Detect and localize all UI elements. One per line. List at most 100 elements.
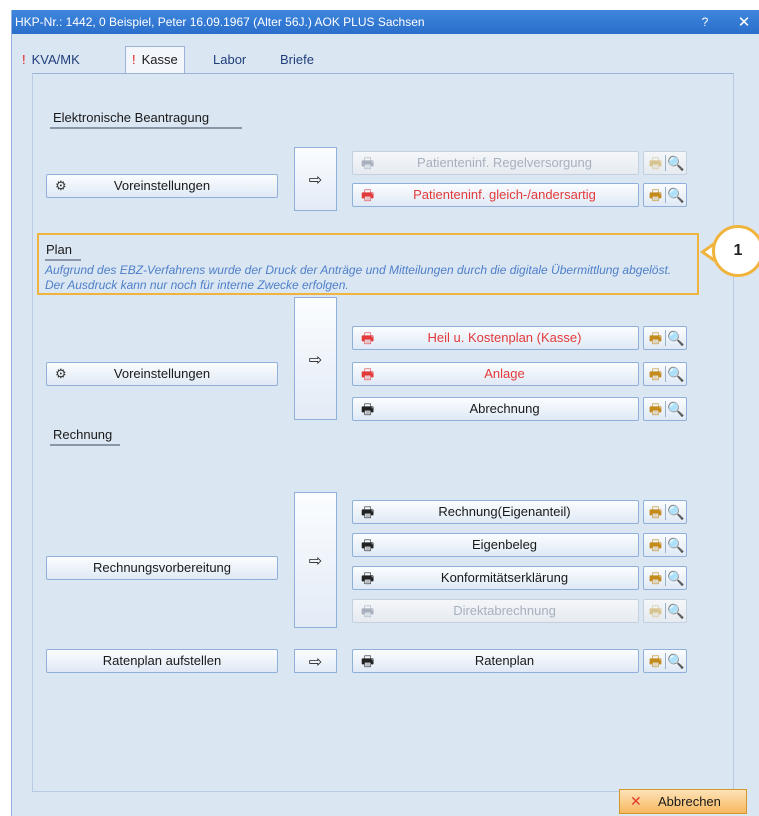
printer-icon[interactable]: 🖶 <box>647 602 664 620</box>
print-button-patienteninf-gleich[interactable]: 🖶 Patienteninf. gleich-/andersartig <box>352 183 639 207</box>
divider <box>665 653 666 669</box>
print-button-rechnung-eigenanteil[interactable]: 🖶 Rechnung(Eigenanteil) <box>352 500 639 524</box>
gear-icon: ⚙ <box>55 366 67 381</box>
printer-icon[interactable]: 🖶 <box>647 186 664 204</box>
button-label: Rechnungsvorbereitung <box>92 560 232 575</box>
tab-labor[interactable]: Labor <box>213 48 246 72</box>
gear-icon: ⚙ <box>55 178 67 193</box>
divider <box>665 537 666 553</box>
plan-arrow-button[interactable]: ⇨ <box>294 297 337 420</box>
arrow-right-icon: ⇨ <box>308 654 323 671</box>
tab-label: KVA/MK <box>31 52 80 67</box>
cancel-button[interactable]: ✕ Abbrechen <box>619 789 747 814</box>
printer-icon[interactable]: 🖶 <box>647 569 664 587</box>
print-button-ratenplan[interactable]: 🖶 Ratenplan <box>352 649 639 673</box>
print-preview-group[interactable]: 🖶 🔍 <box>643 362 687 386</box>
button-label: Rechnung(Eigenanteil) <box>438 504 571 519</box>
title-bar: HKP-Nr.: 1442, 0 Beispiel, Peter 16.09.1… <box>12 10 759 34</box>
magnifier-icon[interactable]: 🔍 <box>667 536 684 554</box>
print-preview-group[interactable]: 🖶 🔍 <box>643 533 687 557</box>
magnifier-icon[interactable]: 🔍 <box>667 154 684 172</box>
print-preview-group[interactable]: 🖶 🔍 <box>643 397 687 421</box>
installment-plan-button[interactable]: Ratenplan aufstellen <box>46 649 278 673</box>
invoice-preparation-button[interactable]: Rechnungsvorbereitung <box>46 556 278 580</box>
printer-icon: 🖶 <box>361 504 375 520</box>
print-button-konformitaetserklaerung[interactable]: 🖶 Konformitätserklärung <box>352 566 639 590</box>
tab-label: Briefe <box>280 52 314 67</box>
printer-icon[interactable]: 🖶 <box>647 154 664 172</box>
print-button-heil-kostenplan[interactable]: 🖶 Heil u. Kostenplan (Kasse) <box>352 326 639 350</box>
plan-notice-box: Plan Aufgrund des EBZ-Verfahrens wurde d… <box>37 233 699 295</box>
printer-icon[interactable]: 🖶 <box>647 652 664 670</box>
close-button[interactable]: ✕ <box>736 13 752 31</box>
printer-icon[interactable]: 🖶 <box>647 400 664 418</box>
printer-icon: 🖶 <box>361 366 375 382</box>
magnifier-icon[interactable]: 🔍 <box>667 400 684 418</box>
print-button-patienteninf-regel[interactable]: 🖶 Patienteninf. Regelversorgung <box>352 151 639 175</box>
tab-briefe[interactable]: Briefe <box>280 48 314 72</box>
divider <box>665 330 666 346</box>
divider <box>665 504 666 520</box>
section-underline <box>50 444 120 446</box>
printer-icon: 🖶 <box>361 155 375 171</box>
electronic-settings-button[interactable]: ⚙ Voreinstellungen <box>46 174 278 198</box>
button-label: Ratenplan aufstellen <box>102 653 222 668</box>
window-title: HKP-Nr.: 1442, 0 Beispiel, Peter 16.09.1… <box>15 15 425 29</box>
printer-icon[interactable]: 🖶 <box>647 503 664 521</box>
section-title-plan: Plan <box>46 242 73 257</box>
print-preview-group[interactable]: 🖶 🔍 <box>643 151 687 175</box>
tab-kva-mk[interactable]: ! KVA/MK <box>22 48 80 72</box>
plan-notice-text: Aufgrund des EBZ-Verfahrens wurde der Dr… <box>45 263 672 292</box>
print-preview-group[interactable]: 🖶 🔍 <box>643 326 687 350</box>
printer-icon[interactable]: 🖶 <box>647 329 664 347</box>
button-label: Direktabrechnung <box>453 603 556 618</box>
button-label: Voreinstellungen <box>113 366 211 381</box>
arrow-right-icon: ⇨ <box>308 172 323 189</box>
plan-settings-button[interactable]: ⚙ Voreinstellungen <box>46 362 278 386</box>
divider <box>665 155 666 171</box>
printer-icon: 🖶 <box>361 653 375 669</box>
print-button-abrechnung[interactable]: 🖶 Abrechnung <box>352 397 639 421</box>
section-title-electronic: Elektronische Beantragung <box>53 110 210 125</box>
print-button-anlage[interactable]: 🖶 Anlage <box>352 362 639 386</box>
button-label: Ratenplan <box>474 653 535 668</box>
printer-icon: 🖶 <box>361 537 375 553</box>
button-label: Patienteninf. gleich-/andersartig <box>413 187 596 202</box>
divider <box>665 366 666 382</box>
divider <box>665 187 666 203</box>
button-label: Eigenbeleg <box>471 537 538 552</box>
section-underline <box>45 259 81 261</box>
printer-icon: 🖶 <box>361 603 375 619</box>
magnifier-icon[interactable]: 🔍 <box>667 503 684 521</box>
button-label: Abbrechen <box>658 794 721 809</box>
arrow-right-icon: ⇨ <box>308 351 323 369</box>
magnifier-icon[interactable]: 🔍 <box>667 569 684 587</box>
printer-icon[interactable]: 🖶 <box>647 365 664 383</box>
help-button[interactable]: ? <box>698 15 712 29</box>
magnifier-icon[interactable]: 🔍 <box>667 329 684 347</box>
print-preview-group[interactable]: 🖶 🔍 <box>643 183 687 207</box>
print-preview-group[interactable]: 🖶 🔍 <box>643 566 687 590</box>
tab-label: Labor <box>213 52 247 67</box>
button-label: Konformitätserklärung <box>440 570 569 585</box>
button-label: Heil u. Kostenplan (Kasse) <box>427 330 582 345</box>
printer-icon[interactable]: 🖶 <box>647 536 664 554</box>
print-button-eigenbeleg[interactable]: 🖶 Eigenbeleg <box>352 533 639 557</box>
print-preview-group[interactable]: 🖶 🔍 <box>643 649 687 673</box>
electronic-arrow-button[interactable]: ⇨ <box>294 147 337 211</box>
print-preview-group[interactable]: 🖶 🔍 <box>643 599 687 623</box>
printer-icon: 🖶 <box>361 401 375 417</box>
section-underline <box>50 127 242 129</box>
magnifier-icon[interactable]: 🔍 <box>667 602 684 620</box>
button-label: Patienteninf. Regelversorgung <box>417 155 592 170</box>
magnifier-icon[interactable]: 🔍 <box>667 186 684 204</box>
installment-arrow-button[interactable]: ⇨ <box>294 649 337 673</box>
printer-icon: 🖶 <box>361 330 375 346</box>
print-button-direktabrechnung[interactable]: 🖶 Direktabrechnung <box>352 599 639 623</box>
print-preview-group[interactable]: 🖶 🔍 <box>643 500 687 524</box>
invoice-arrow-button[interactable]: ⇨ <box>294 492 337 628</box>
tab-kasse[interactable]: ! Kasse <box>125 46 185 73</box>
magnifier-icon[interactable]: 🔍 <box>667 652 684 670</box>
callout-badge: 1 <box>712 225 759 277</box>
magnifier-icon[interactable]: 🔍 <box>667 365 684 383</box>
